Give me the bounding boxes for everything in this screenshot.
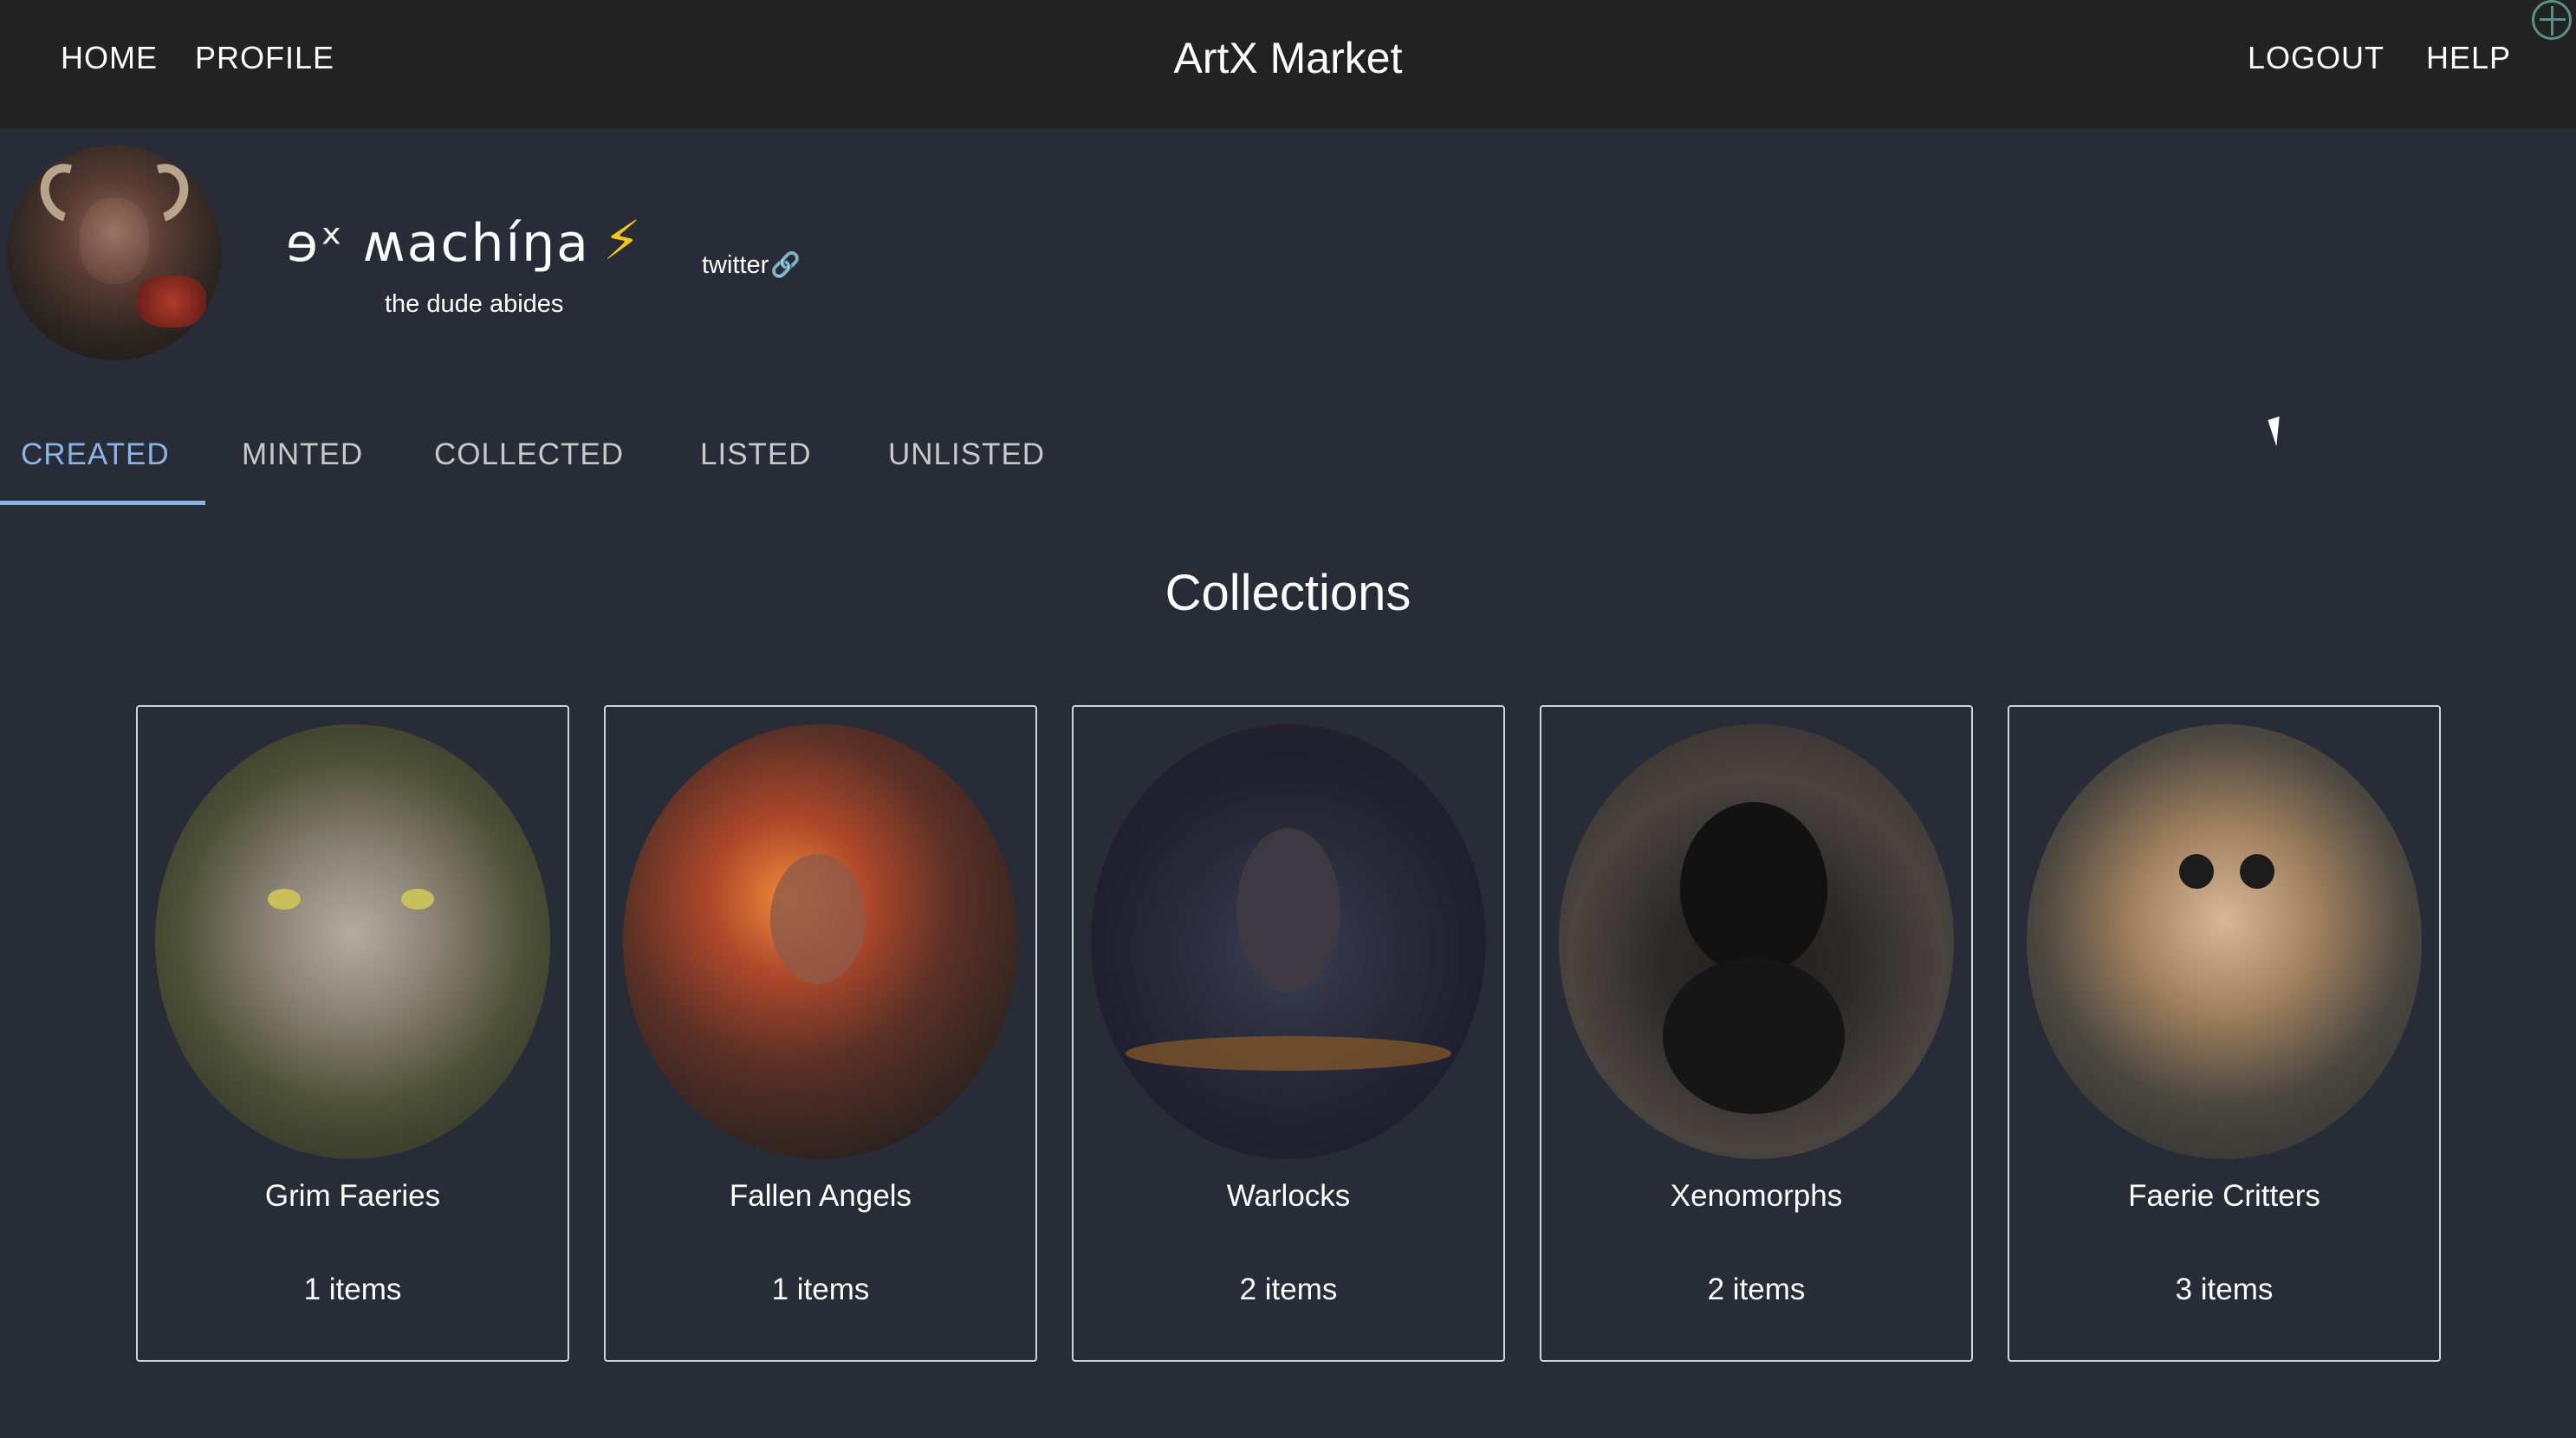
collection-title: Fallen Angels: [729, 1179, 912, 1213]
nav-help-link[interactable]: HELP: [2426, 40, 2511, 76]
collection-image: [623, 724, 1018, 1159]
collection-image: [155, 724, 550, 1159]
tab-collected[interactable]: COLLECTED: [434, 437, 624, 473]
lightning-bolt-icon: ⚡: [603, 211, 641, 271]
collection-image: [1091, 724, 1486, 1159]
collection-title: Warlocks: [1226, 1179, 1351, 1213]
profile-tagline: the dude abides: [385, 290, 564, 318]
nav-profile-link[interactable]: PROFILE: [195, 40, 334, 76]
collection-title: Faerie Critters: [2128, 1179, 2320, 1213]
tab-created[interactable]: CREATED: [21, 437, 170, 473]
collection-item-count: 1 items: [303, 1273, 402, 1306]
collection-card-fallen-angels[interactable]: Fallen Angels 1 items: [604, 705, 1037, 1362]
tab-listed[interactable]: LISTED: [700, 437, 812, 473]
tab-unlisted[interactable]: UNLISTED: [888, 437, 1045, 473]
twitter-link-label: twitter: [702, 251, 769, 279]
active-tab-indicator: [0, 501, 205, 505]
collection-card-warlocks[interactable]: Warlocks 2 items: [1072, 705, 1505, 1362]
collection-title: Grim Faeries: [264, 1179, 441, 1213]
nav-home-link[interactable]: HOME: [61, 40, 158, 76]
collection-card-faerie-critters[interactable]: Faerie Critters 3 items: [2008, 705, 2441, 1362]
tab-minted[interactable]: MINTED: [242, 437, 363, 473]
brand-title[interactable]: ArtX Market: [1174, 34, 1403, 82]
collection-image: [2027, 724, 2422, 1159]
collection-item-count: 1 items: [771, 1273, 870, 1306]
twitter-link[interactable]: twitter🔗: [702, 249, 801, 281]
collection-item-count: 2 items: [1239, 1273, 1338, 1306]
profile-avatar: [7, 146, 222, 360]
top-nav-bar: HOME PROFILE ArtX Market LOGOUT HELP: [0, 0, 2576, 128]
browser-extension-icon[interactable]: [2532, 0, 2572, 40]
profile-name: ɘˣ ʍachíŋa: [286, 213, 590, 274]
collection-card-xenomorphs[interactable]: Xenomorphs 2 items: [1540, 705, 1973, 1362]
collection-item-count: 2 items: [1707, 1273, 1806, 1306]
link-icon: 🔗: [770, 251, 801, 278]
collection-image: [1559, 724, 1954, 1159]
nav-logout-link[interactable]: LOGOUT: [2248, 40, 2385, 76]
section-title: Collections: [1165, 565, 1411, 621]
collection-card-grim-faeries[interactable]: Grim Faeries 1 items: [136, 705, 569, 1362]
collection-item-count: 3 items: [2175, 1273, 2274, 1306]
mouse-cursor-icon: [2268, 416, 2288, 447]
collection-title: Xenomorphs: [1670, 1179, 1843, 1213]
